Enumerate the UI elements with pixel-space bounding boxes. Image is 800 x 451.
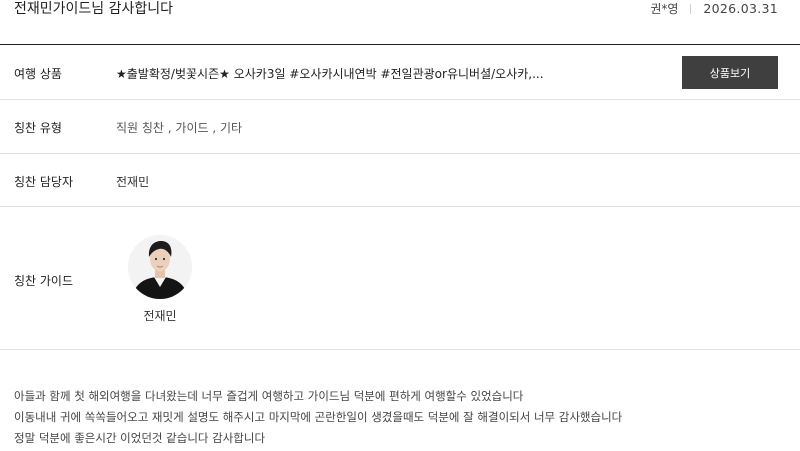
row-praise-guide: 칭찬 가이드 전재민 — [0, 207, 800, 350]
praise-staff-value: 전재민 — [116, 175, 150, 189]
post-meta: 권*영 2026.03.31 — [650, 0, 778, 18]
praise-type-value: 직원 칭찬 , 가이드 , 기타 — [116, 121, 243, 135]
row-travel-product: 여행 상품 ★출발확정/벚꽃시즌★ 오사카3일 #오사카시내연박 #전일관광or… — [0, 45, 800, 100]
praise-guide-label: 칭찬 가이드 — [14, 274, 74, 288]
praise-content: 아들과 함께 첫 해외여행을 다녀왔는데 너무 즐겁게 여행하고 가이드님 덕분… — [14, 386, 622, 449]
row-praise-staff: 칭찬 담당자 전재민 — [0, 154, 800, 207]
guide-name: 전재민 — [143, 309, 177, 323]
post-header: 전재민가이드님 감사합니다 권*영 2026.03.31 — [0, 0, 800, 45]
praise-detail-page: 전재민가이드님 감사합니다 권*영 2026.03.31 여행 상품 ★출발확정/… — [0, 0, 800, 451]
post-date: 2026.03.31 — [703, 1, 778, 16]
travel-product-value: ★출발확정/벚꽃시즌★ 오사카3일 #오사카시내연박 #전일관광or유니버셜/오… — [116, 67, 544, 81]
content-line: 정말 덕분에 좋은시간 이었던것 같습니다 감사합니다 — [14, 431, 266, 445]
praise-staff-label: 칭찬 담당자 — [14, 175, 74, 189]
travel-product-label: 여행 상품 — [14, 67, 62, 81]
view-product-button[interactable]: 상품보기 — [682, 56, 778, 89]
post-author: 권*영 — [650, 2, 679, 16]
row-praise-type: 칭찬 유형 직원 칭찬 , 가이드 , 기타 — [0, 100, 800, 154]
guide-photo — [128, 235, 192, 299]
post-title: 전재민가이드님 감사합니다 — [14, 1, 174, 17]
guide-avatar — [128, 235, 192, 299]
content-line: 아들과 함께 첫 해외여행을 다녀왔는데 너무 즐겁게 여행하고 가이드님 덕분… — [14, 389, 524, 403]
meta-divider — [690, 4, 692, 14]
praise-type-label: 칭찬 유형 — [14, 121, 62, 135]
content-line: 이동내내 귀에 쏙쏙들어오고 재밋게 설명도 해주시고 마지막에 곤란한일이 생… — [14, 410, 623, 424]
